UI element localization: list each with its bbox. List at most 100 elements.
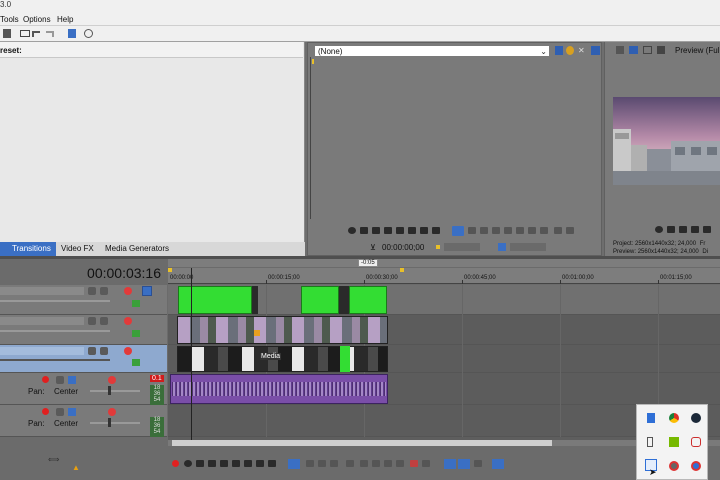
clip-dark-2[interactable] xyxy=(339,286,349,314)
audio-env-icon[interactable] xyxy=(68,408,76,416)
lock-icon[interactable] xyxy=(396,460,404,467)
pause-icon[interactable] xyxy=(220,460,228,467)
trimmer-star-icon[interactable] xyxy=(566,46,574,55)
track-fx-icon[interactable] xyxy=(88,317,96,325)
envelope-tool-icon[interactable] xyxy=(306,460,314,467)
preview-play-start-icon[interactable] xyxy=(667,226,675,233)
track-expand-icon[interactable] xyxy=(132,300,140,307)
record-arm-icon[interactable] xyxy=(42,408,49,415)
pause-icon[interactable] xyxy=(384,227,392,234)
track-header-audio-2[interactable]: Pan: Center 18 36 54 xyxy=(0,405,167,437)
region-marker[interactable]: -0:05 xyxy=(358,259,378,267)
play-icon[interactable] xyxy=(372,227,380,234)
go-end-icon[interactable] xyxy=(256,460,264,467)
tray-nvidia-icon[interactable] xyxy=(669,437,679,447)
go-end-icon[interactable] xyxy=(432,227,440,234)
marker-insert-icon[interactable] xyxy=(410,460,418,467)
tray-teams-icon[interactable] xyxy=(691,461,701,471)
track-header-video-3-selected[interactable] xyxy=(0,345,167,373)
trimmer-close-icon[interactable]: ✕ xyxy=(578,46,586,55)
preview-screen-icon[interactable] xyxy=(629,46,638,54)
zoom-tool-icon[interactable] xyxy=(330,460,338,467)
loop-playback-icon[interactable] xyxy=(184,460,192,467)
play-from-start-icon[interactable] xyxy=(196,460,204,467)
save-icon[interactable] xyxy=(3,29,11,38)
audio-fx-icon[interactable] xyxy=(56,376,64,384)
stop-icon[interactable] xyxy=(232,460,240,467)
clip-thumbnails-1[interactable] xyxy=(177,316,388,344)
track-header-audio-1[interactable]: 0.1 Pan: Center 18 36 54 xyxy=(0,373,167,405)
pan-slider-thumb[interactable] xyxy=(108,418,111,427)
clip-dark-video-3[interactable] xyxy=(177,346,388,372)
track-opacity-slider[interactable] xyxy=(0,330,110,332)
trimmer-save-icon[interactable] xyxy=(555,46,563,55)
play-icon[interactable] xyxy=(208,460,216,467)
clip-green-small[interactable] xyxy=(340,346,350,372)
properties-icon[interactable] xyxy=(68,29,76,38)
trim-tool-1-icon[interactable] xyxy=(468,227,476,234)
preview-quality-dropdown[interactable]: Preview (Full) xyxy=(675,46,720,55)
tray-security-icon[interactable] xyxy=(669,461,679,471)
track-gear-icon[interactable] xyxy=(124,317,132,325)
track-header-video-1[interactable] xyxy=(0,285,167,315)
split-icon[interactable] xyxy=(384,460,392,467)
trim-tool-7-icon[interactable] xyxy=(540,227,548,234)
delete-icon[interactable] xyxy=(346,460,354,467)
loop-start-marker[interactable] xyxy=(168,268,172,272)
time-ruler[interactable]: 00:00:00 00:00:15;00 00:00:30;00 00:00:4… xyxy=(168,268,720,284)
trimmer-length-field[interactable] xyxy=(510,243,546,251)
tab-video-fx[interactable]: Video FX xyxy=(61,244,94,253)
play-from-start-icon[interactable] xyxy=(360,227,368,234)
go-start-icon[interactable] xyxy=(244,460,252,467)
pan-slider-thumb[interactable] xyxy=(108,386,111,395)
prev-frame-icon[interactable] xyxy=(408,227,416,234)
clip-green-1[interactable] xyxy=(178,286,252,314)
edit-tool-icon[interactable] xyxy=(288,459,300,469)
trim-active-icon[interactable] xyxy=(452,226,464,236)
preview-overlay-icon[interactable] xyxy=(657,46,665,54)
autocrossfade-icon[interactable] xyxy=(458,459,470,469)
loop-icon[interactable] xyxy=(348,227,356,234)
track-opacity-slider[interactable] xyxy=(0,359,110,361)
tray-usb-icon[interactable] xyxy=(647,437,653,447)
track-solo-icon[interactable] xyxy=(142,286,152,296)
tab-media-generators[interactable]: Media Generators xyxy=(105,244,169,253)
track-opacity-slider[interactable] xyxy=(0,300,110,302)
track-gear-icon[interactable] xyxy=(124,287,132,295)
track-compositing-icon[interactable] xyxy=(100,287,108,295)
undo-icon[interactable] xyxy=(32,31,40,37)
clip-green-3[interactable] xyxy=(349,286,387,314)
redo-icon[interactable] xyxy=(46,31,54,37)
trimmer-in-field[interactable] xyxy=(444,243,480,251)
pan-slider[interactable] xyxy=(90,390,140,392)
pan-slider[interactable] xyxy=(90,422,140,424)
tab-transitions[interactable]: Transitions xyxy=(0,242,56,256)
record-icon[interactable] xyxy=(172,460,179,467)
tray-chrome-icon[interactable] xyxy=(669,413,679,423)
trim-tool-3-icon[interactable] xyxy=(492,227,500,234)
preview-stop-icon[interactable] xyxy=(703,226,711,233)
trim-tool-6-icon[interactable] xyxy=(528,227,536,234)
record-arm-icon[interactable] xyxy=(42,376,49,383)
track-compositing-icon[interactable] xyxy=(100,317,108,325)
clip-green-2[interactable] xyxy=(301,286,339,314)
preview-loop-icon[interactable] xyxy=(655,226,663,233)
preview-play-icon[interactable] xyxy=(679,226,687,233)
prev-frame-icon[interactable] xyxy=(268,460,276,467)
snap-icon[interactable] xyxy=(444,459,456,469)
audio-gear-icon[interactable] xyxy=(108,376,116,384)
stop-icon[interactable] xyxy=(396,227,404,234)
audio-env-icon[interactable] xyxy=(68,376,76,384)
trimmer-dropdown[interactable]: (None) ⌄ xyxy=(314,45,550,57)
track-fx-icon[interactable] xyxy=(88,347,96,355)
trimmer-screen-icon[interactable] xyxy=(591,46,600,55)
track-header-video-2[interactable] xyxy=(0,315,167,345)
menu-tools[interactable]: Tools xyxy=(0,15,19,24)
trim-tool-2-icon[interactable] xyxy=(480,227,488,234)
trim-tool-5-icon[interactable] xyxy=(516,227,524,234)
menu-help[interactable]: Help xyxy=(57,15,73,24)
tray-steam-icon[interactable] xyxy=(691,413,701,423)
trim-end-icon[interactable] xyxy=(372,460,380,467)
scrollbar-thumb[interactable] xyxy=(172,440,552,446)
tray-bluetooth-icon[interactable] xyxy=(647,413,655,423)
